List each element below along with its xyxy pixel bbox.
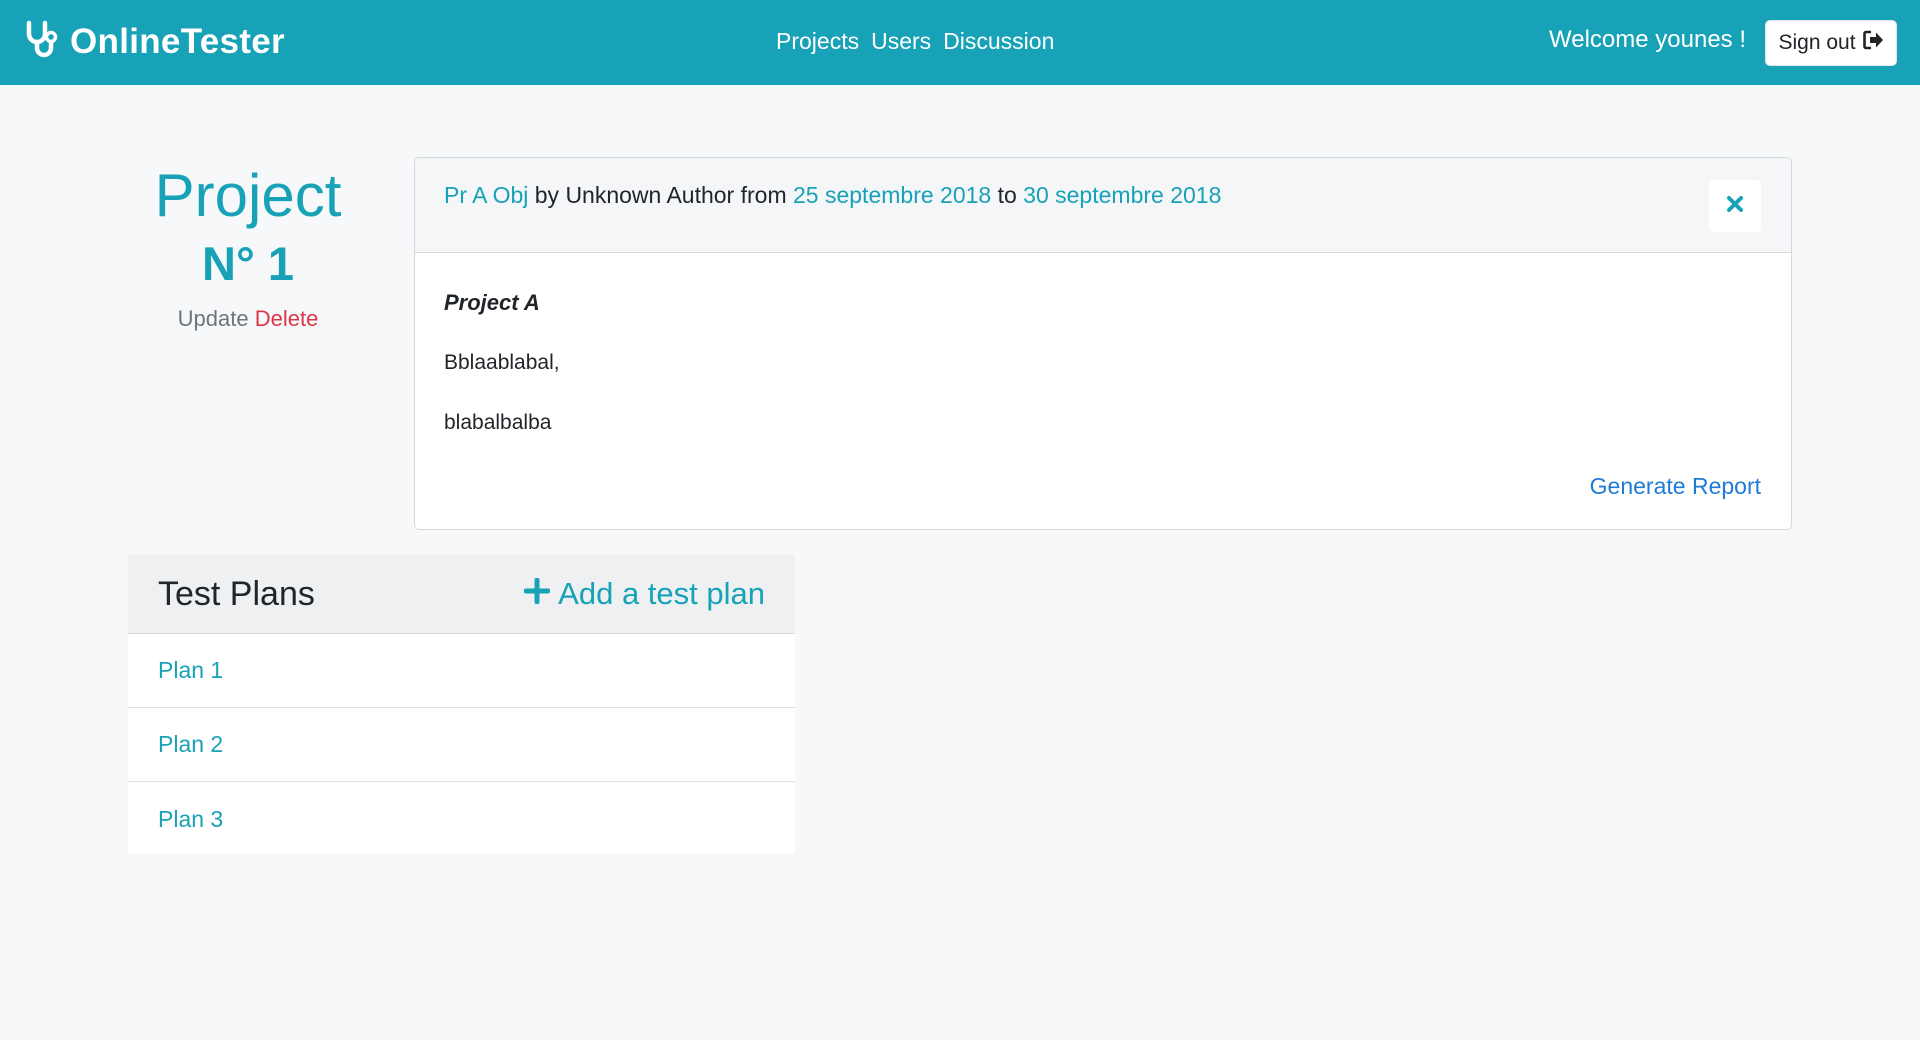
close-icon bbox=[1725, 193, 1745, 220]
welcome-message: Welcome younes ! bbox=[1549, 26, 1746, 53]
test-plan-item[interactable]: Plan 3 bbox=[128, 782, 795, 856]
description-title: Project A bbox=[444, 290, 540, 315]
to-text: to bbox=[997, 182, 1017, 208]
sign-out-button[interactable]: Sign out bbox=[1765, 20, 1897, 66]
test-plan-item[interactable]: Plan 1 bbox=[128, 634, 795, 708]
brand-logo[interactable]: OnlineTester bbox=[22, 20, 285, 64]
description-line-1: Bblaablabal, bbox=[444, 351, 560, 374]
update-link[interactable]: Update bbox=[178, 306, 249, 331]
card-header: Pr A Obj by Unknown Author from 25 septe… bbox=[415, 158, 1791, 253]
project-title: Project bbox=[154, 162, 342, 229]
brand-name: OnlineTester bbox=[70, 22, 285, 61]
objective-link[interactable]: Pr A Obj bbox=[444, 182, 528, 208]
author-text: by Unknown Author from bbox=[534, 182, 787, 208]
delete-link[interactable]: Delete bbox=[255, 306, 319, 331]
main-nav: Projects Users Discussion bbox=[776, 28, 1054, 55]
plus-icon bbox=[523, 576, 551, 612]
top-navbar: OnlineTester Projects Users Discussion W… bbox=[0, 0, 1920, 85]
end-date[interactable]: 30 septembre 2018 bbox=[1023, 182, 1221, 208]
test-plans-title: Test Plans bbox=[158, 574, 315, 613]
add-test-plan-label: Add a test plan bbox=[558, 576, 765, 611]
add-test-plan-button[interactable]: Add a test plan bbox=[523, 576, 765, 612]
close-button[interactable] bbox=[1709, 180, 1761, 232]
nav-projects[interactable]: Projects bbox=[776, 28, 859, 55]
project-actions: Update Delete bbox=[128, 306, 368, 332]
sign-out-label: Sign out bbox=[1778, 31, 1856, 54]
card-body: Project A Bblaablabal, blabalbalba Gener… bbox=[415, 253, 1791, 529]
test-plan-item[interactable]: Plan 2 bbox=[128, 708, 795, 782]
test-plans-panel: Test Plans Add a test plan Plan 1 Plan 2… bbox=[128, 555, 795, 854]
generate-report-link[interactable]: Generate Report bbox=[1590, 473, 1761, 500]
project-number: N° 1 bbox=[202, 237, 294, 290]
test-plans-header: Test Plans Add a test plan bbox=[128, 555, 795, 634]
start-date[interactable]: 25 septembre 2018 bbox=[793, 182, 991, 208]
nav-discussion[interactable]: Discussion bbox=[943, 28, 1054, 55]
project-heading: Project N° 1 Update Delete bbox=[128, 160, 368, 332]
sign-out-icon bbox=[1862, 29, 1884, 57]
nav-users[interactable]: Users bbox=[871, 28, 931, 55]
description-line-2: blabalbalba bbox=[444, 411, 552, 434]
project-details-card: Pr A Obj by Unknown Author from 25 septe… bbox=[414, 157, 1792, 530]
stethoscope-icon bbox=[22, 20, 70, 65]
